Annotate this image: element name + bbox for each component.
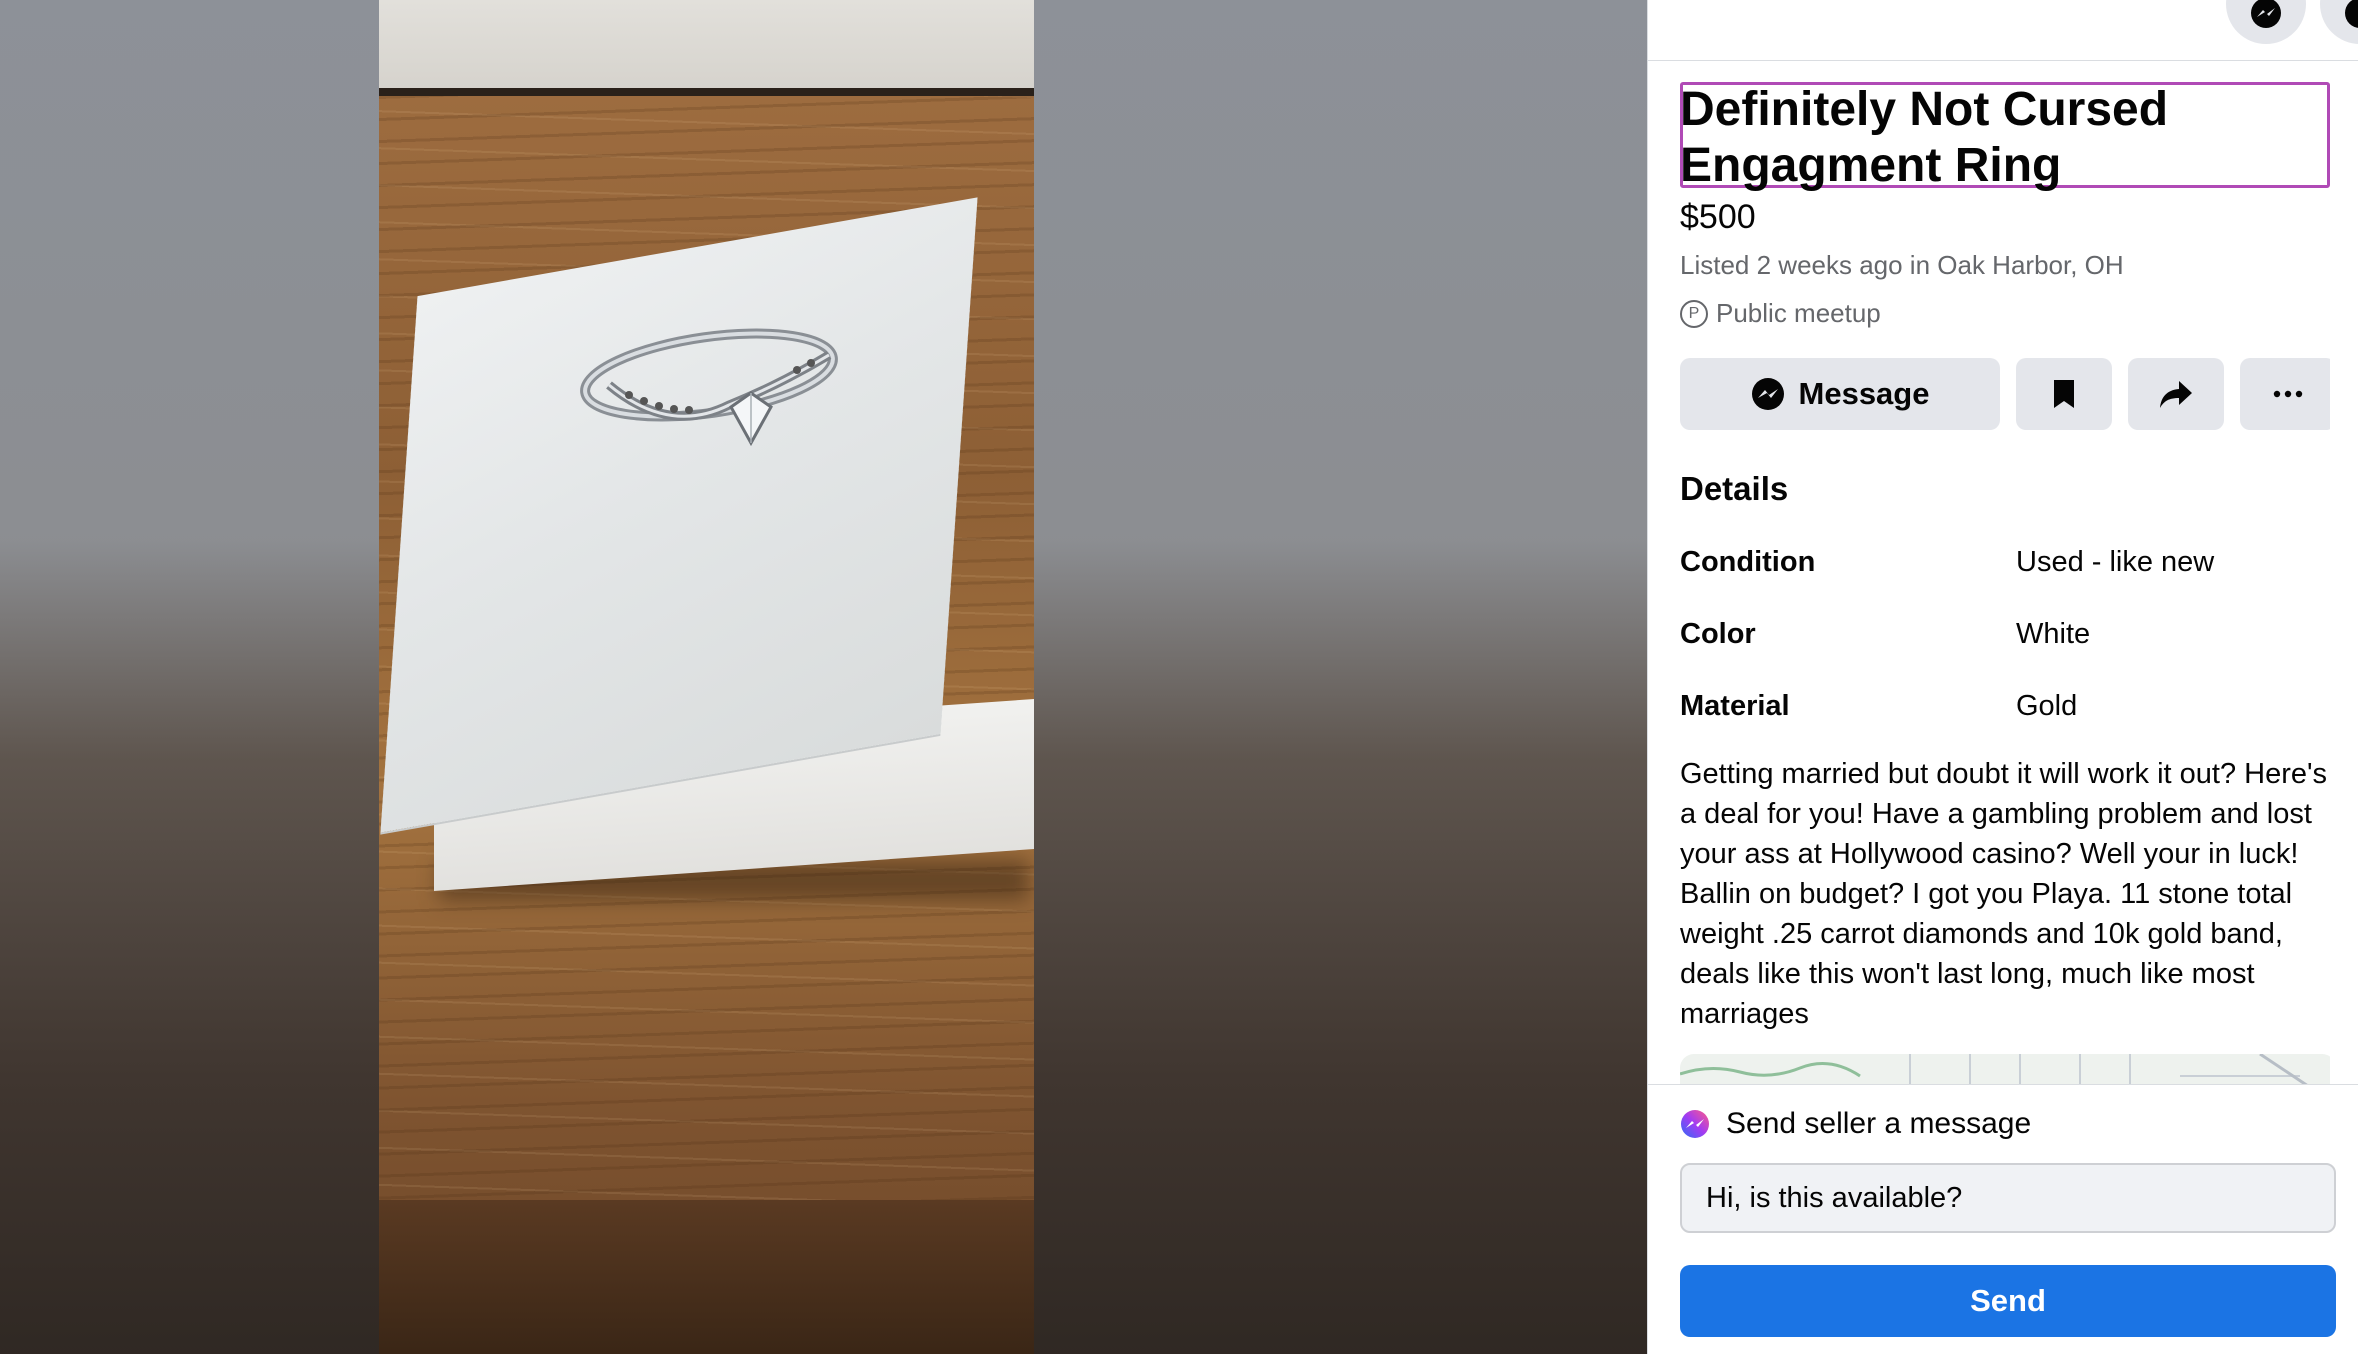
message-button-label: Message (1798, 376, 1930, 411)
location-map-preview[interactable] (1680, 1054, 2330, 1084)
photo-table-edge (379, 1200, 1034, 1354)
send-seller-label: Send seller a message (1680, 1107, 2031, 1141)
detail-value: White (2016, 618, 2091, 650)
send-seller-text: Send seller a message (1726, 1107, 2032, 1140)
meetup-info: P Public meetup (1680, 298, 1881, 329)
messenger-gradient-icon (1681, 1110, 1709, 1138)
listing-description: Getting married but doubt it will work i… (1680, 758, 2328, 1030)
listing-meta: Listed 2 weeks ago in Oak Harbor, OH (1680, 250, 2124, 280)
listing-details-scroll[interactable]: Definitely Not Cursed Engagment Ring $50… (1680, 60, 2330, 1084)
panel-topbar (1648, 0, 2358, 61)
photo-wall (379, 0, 1034, 88)
detail-value: Gold (2016, 690, 2078, 722)
messenger-icon (2251, 0, 2281, 28)
ring-image (580, 328, 838, 447)
listing-price: $500 (1680, 198, 1756, 236)
message-button[interactable]: Message (1680, 358, 2000, 430)
send-button[interactable]: Send (1680, 1265, 2336, 1337)
listing-photo[interactable] (379, 0, 1034, 1354)
detail-label: Condition (1680, 546, 1816, 578)
message-composer: Send seller a message Send (1648, 1084, 2358, 1355)
messenger-button[interactable] (2226, 0, 2306, 44)
meetup-label: Public meetup (1716, 298, 1881, 328)
more-options-button[interactable] (2240, 358, 2330, 430)
listing-panel: Definitely Not Cursed Engagment Ring $50… (1647, 0, 2358, 1355)
more-icon (2273, 390, 2303, 398)
share-button[interactable] (2128, 358, 2224, 430)
account-icon (2345, 0, 2358, 28)
message-input[interactable] (1680, 1163, 2336, 1233)
messenger-icon (1751, 378, 1784, 410)
detail-label: Material (1680, 690, 1790, 722)
listing-title: Definitely Not Cursed Engagment Ring (1680, 83, 2169, 192)
blurred-background-right (1034, 0, 1647, 1354)
photo-viewer[interactable] (0, 0, 1647, 1354)
photo-box-top (380, 197, 978, 833)
share-icon (2160, 381, 2192, 408)
detail-value: Used - like new (2016, 546, 2215, 578)
action-bar: Message (1680, 358, 2330, 430)
details-heading: Details (1680, 470, 1789, 507)
account-button[interactable] (2320, 0, 2358, 44)
bookmark-icon (2054, 380, 2074, 408)
map-lines (1680, 1054, 2308, 1084)
save-button[interactable] (2016, 358, 2112, 430)
blurred-background-left (0, 0, 379, 1354)
public-meetup-icon: P (1680, 299, 1708, 328)
detail-label: Color (1680, 618, 1756, 650)
